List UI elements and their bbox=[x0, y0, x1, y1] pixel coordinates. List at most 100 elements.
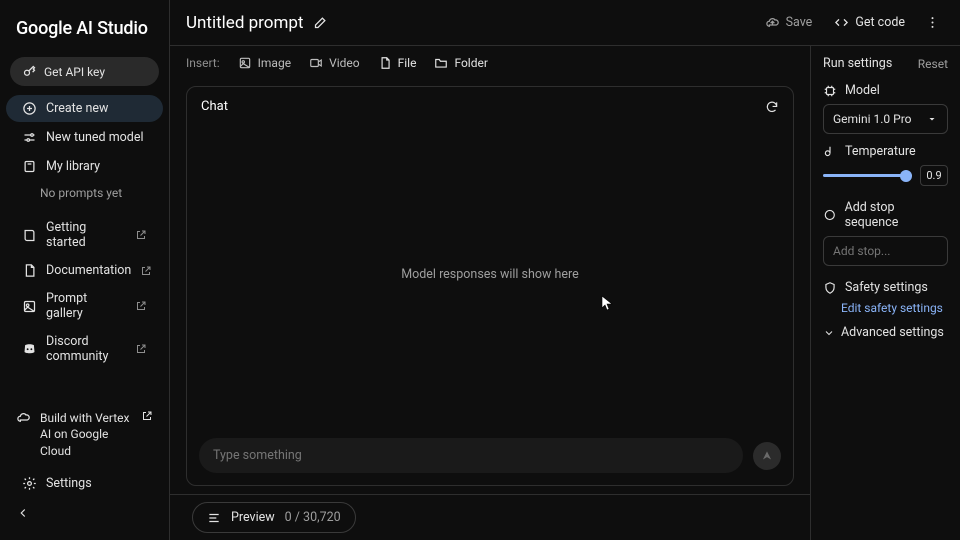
reset-button[interactable]: Reset bbox=[918, 57, 948, 71]
insert-image-label: Image bbox=[258, 56, 291, 70]
save-button[interactable]: Save bbox=[759, 11, 819, 34]
no-prompts-label: No prompts yet bbox=[0, 181, 169, 205]
gallery-link[interactable]: Prompt gallery bbox=[6, 285, 163, 327]
image-icon bbox=[238, 56, 252, 70]
tuned-model-button[interactable]: New tuned model bbox=[6, 124, 163, 151]
send-icon bbox=[760, 449, 774, 463]
editor-pane: Insert: Image Video File Folder bbox=[170, 46, 811, 540]
insert-video-label: Video bbox=[329, 56, 360, 70]
refresh-icon bbox=[765, 100, 779, 114]
stop-sequence-label-row: Add stop sequence bbox=[823, 200, 948, 230]
chat-title: Chat bbox=[201, 99, 228, 114]
circle-icon bbox=[823, 208, 837, 222]
get-code-label: Get code bbox=[855, 15, 905, 30]
insert-file-button[interactable]: File bbox=[378, 56, 417, 70]
insert-folder-button[interactable]: Folder bbox=[434, 56, 487, 70]
tune-icon bbox=[22, 130, 37, 145]
book-icon bbox=[22, 228, 37, 243]
chevron-down-icon bbox=[823, 327, 835, 339]
thermometer-icon bbox=[823, 145, 837, 159]
sidebar: Google AI Studio Get API key Create new … bbox=[0, 0, 170, 540]
plus-circle-icon bbox=[22, 101, 37, 116]
temperature-label-row: Temperature bbox=[823, 144, 948, 159]
getting-started-label: Getting started bbox=[46, 220, 126, 250]
settings-label: Settings bbox=[46, 476, 92, 491]
external-link-icon bbox=[141, 410, 153, 422]
shield-icon bbox=[823, 281, 837, 295]
collapse-sidebar-button[interactable] bbox=[0, 498, 169, 528]
chat-body: Model responses will show here bbox=[187, 120, 793, 428]
cloud-save-icon bbox=[765, 15, 780, 30]
video-icon bbox=[309, 56, 323, 70]
topbar: Untitled prompt Save Get code bbox=[170, 0, 960, 46]
model-value: Gemini 1.0 Pro bbox=[833, 112, 912, 126]
temperature-label: Temperature bbox=[845, 144, 916, 159]
overflow-menu-button[interactable] bbox=[921, 11, 944, 34]
getting-started-link[interactable]: Getting started bbox=[6, 214, 163, 256]
library-icon bbox=[22, 159, 37, 174]
insert-label: Insert: bbox=[186, 56, 220, 70]
dots-vertical-icon bbox=[925, 15, 940, 30]
preview-bar: Preview 0 / 30,720 bbox=[170, 494, 810, 540]
chat-card: Chat Model responses will show here bbox=[186, 86, 794, 486]
get-api-key-button[interactable]: Get API key bbox=[10, 57, 159, 86]
my-library-label: My library bbox=[46, 159, 100, 174]
settings-button[interactable]: Settings bbox=[6, 470, 163, 497]
documentation-label: Documentation bbox=[46, 263, 131, 278]
token-count: 0 / 30,720 bbox=[285, 510, 341, 525]
api-key-label: Get API key bbox=[44, 65, 105, 79]
notes-icon bbox=[207, 511, 221, 525]
safety-label-row: Safety settings bbox=[823, 280, 948, 295]
external-link-icon bbox=[140, 265, 152, 277]
discord-icon bbox=[22, 342, 37, 357]
main-area: Untitled prompt Save Get code Insert: Im… bbox=[170, 0, 960, 540]
insert-file-label: File bbox=[398, 56, 417, 70]
model-label-row: Model bbox=[823, 83, 948, 98]
chip-icon bbox=[823, 84, 837, 98]
model-label: Model bbox=[845, 83, 880, 98]
model-select[interactable]: Gemini 1.0 Pro bbox=[823, 104, 948, 134]
chevron-left-icon bbox=[16, 506, 30, 520]
external-link-icon bbox=[135, 229, 147, 241]
save-label: Save bbox=[786, 15, 813, 30]
external-link-icon bbox=[135, 300, 147, 312]
advanced-settings-toggle[interactable]: Advanced settings bbox=[823, 325, 948, 340]
tuned-model-label: New tuned model bbox=[46, 130, 144, 145]
discord-link[interactable]: Discord community bbox=[6, 328, 163, 370]
insert-folder-label: Folder bbox=[454, 56, 487, 70]
run-settings-title: Run settings bbox=[823, 56, 892, 71]
stop-sequence-label: Add stop sequence bbox=[845, 200, 948, 230]
gallery-icon bbox=[22, 299, 37, 314]
create-new-button[interactable]: Create new bbox=[6, 95, 163, 122]
my-library-button[interactable]: My library bbox=[6, 153, 163, 180]
insert-bar: Insert: Image Video File Folder bbox=[170, 48, 810, 78]
discord-label: Discord community bbox=[46, 334, 126, 364]
edit-title-button[interactable] bbox=[313, 15, 328, 30]
insert-video-button[interactable]: Video bbox=[309, 56, 360, 70]
caret-down-icon bbox=[926, 113, 938, 125]
key-icon bbox=[22, 64, 37, 79]
preview-button[interactable]: Preview 0 / 30,720 bbox=[192, 502, 356, 533]
documentation-link[interactable]: Documentation bbox=[6, 257, 163, 284]
vertex-link[interactable]: Build with Vertex AI on Google Cloud bbox=[0, 404, 169, 466]
gallery-label: Prompt gallery bbox=[46, 291, 126, 321]
stop-sequence-input[interactable] bbox=[823, 236, 948, 266]
create-new-label: Create new bbox=[46, 101, 108, 116]
prompt-title[interactable]: Untitled prompt bbox=[186, 13, 303, 33]
temperature-slider[interactable] bbox=[823, 169, 912, 183]
edit-safety-link[interactable]: Edit safety settings bbox=[841, 301, 948, 315]
send-button[interactable] bbox=[753, 442, 781, 470]
code-icon bbox=[834, 15, 849, 30]
file-icon bbox=[378, 56, 392, 70]
get-code-button[interactable]: Get code bbox=[828, 11, 911, 34]
doc-icon bbox=[22, 263, 37, 278]
insert-image-button[interactable]: Image bbox=[238, 56, 291, 70]
vertex-label: Build with Vertex AI on Google Cloud bbox=[40, 410, 132, 460]
folder-icon bbox=[434, 56, 448, 70]
chat-input[interactable] bbox=[199, 438, 743, 473]
temperature-value[interactable]: 0.9 bbox=[920, 165, 948, 186]
empty-state-text: Model responses will show here bbox=[401, 267, 579, 282]
cursor-icon bbox=[601, 295, 615, 311]
advanced-label: Advanced settings bbox=[841, 325, 944, 340]
refresh-button[interactable] bbox=[765, 100, 779, 114]
